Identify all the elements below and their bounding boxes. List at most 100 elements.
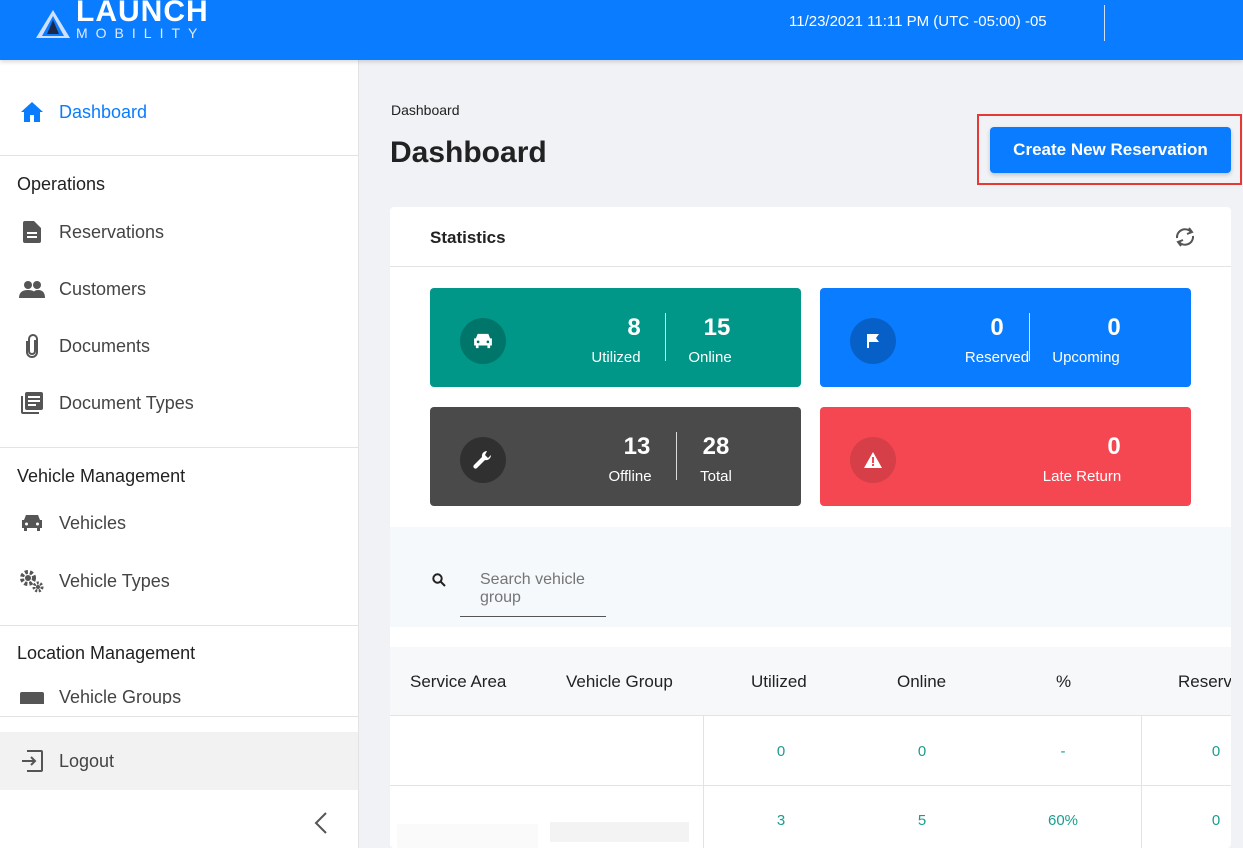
sidebar-item-label: Reservations: [59, 221, 165, 242]
column-header-service-area[interactable]: Service Area: [410, 672, 506, 692]
cell-reserved: 0: [1211, 812, 1221, 829]
stat-tile-late-return: 0 Late Return: [820, 407, 1191, 506]
column-header-online[interactable]: Online: [897, 672, 946, 692]
sidebar-item-vehicle-groups[interactable]: Vehicle Groups: [0, 674, 358, 704]
sidebar-item-vehicle-types[interactable]: Vehicle Types: [0, 553, 358, 609]
column-header-vehicle-group[interactable]: Vehicle Group: [566, 672, 673, 692]
cell-percent: 60%: [1047, 812, 1079, 829]
table-row[interactable]: 3 5 60% 0: [390, 786, 1231, 848]
sidebar-item-reservations[interactable]: Reservations: [0, 204, 358, 260]
sidebar-divider: [0, 625, 358, 626]
collapse-sidebar-button[interactable]: [306, 808, 336, 838]
sidebar-item-label: Vehicle Groups: [59, 687, 182, 704]
online-label: Online: [688, 349, 732, 366]
online-value: 15: [703, 314, 731, 341]
reserved-label: Reserved: [964, 349, 1030, 366]
car-icon: [460, 318, 506, 364]
card-title: Statistics: [430, 228, 506, 247]
logo[interactable]: LAUNCH MOBILITY: [36, 0, 209, 44]
late-return-label: Late Return: [1042, 468, 1122, 485]
search-vehicle-group-input[interactable]: [460, 571, 606, 617]
car-icon: [18, 509, 46, 537]
logo-sub-text: MOBILITY: [76, 25, 206, 41]
sidebar-item-dashboard[interactable]: Dashboard: [0, 84, 358, 140]
section-title-location-management: Location Management: [17, 643, 196, 663]
document-icon: [18, 218, 46, 246]
offline-label: Offline: [608, 468, 652, 485]
upcoming-label: Upcoming: [1052, 349, 1120, 366]
sidebar-item-label: Customers: [59, 278, 147, 299]
card-header: Statistics: [390, 207, 1231, 267]
card-icon: [18, 687, 46, 704]
cell-online: 5: [917, 812, 927, 829]
top-bar: LAUNCH MOBILITY 11/23/2021 11:11 PM (UTC…: [0, 0, 1243, 60]
upcoming-value: 0: [1107, 314, 1121, 341]
sidebar-item-documents[interactable]: Documents: [0, 318, 358, 374]
column-divider: [1141, 716, 1142, 848]
total-value: 28: [702, 433, 730, 460]
topbar-divider: [1104, 5, 1105, 41]
refresh-button[interactable]: [1172, 225, 1198, 254]
sidebar-item-label: Vehicles: [59, 512, 127, 533]
breadcrumb[interactable]: Dashboard: [391, 102, 460, 118]
sidebar-item-label: Vehicle Types: [59, 570, 170, 591]
cell-reserved: 0: [1211, 743, 1221, 760]
gears-icon: [18, 567, 46, 595]
column-header-reserved[interactable]: Reserv: [1178, 672, 1231, 692]
logout-label: Logout: [59, 750, 115, 771]
stat-tile-availability: 13 Offline 28 Total: [430, 407, 801, 506]
total-label: Total: [700, 468, 732, 485]
sidebar-item-label: Document Types: [59, 392, 194, 413]
logo-mark-icon: [36, 10, 70, 38]
paperclip-icon: [18, 332, 46, 360]
search-area: [390, 527, 1231, 627]
logout-button[interactable]: Logout: [0, 732, 358, 790]
sidebar: Dashboard Operations Reservations Custom…: [0, 60, 359, 848]
redacted-cell: [397, 824, 538, 848]
cell-utilized: 0: [776, 743, 786, 760]
redacted-cell: [550, 822, 689, 842]
sidebar-divider: [0, 155, 358, 156]
section-title-operations: Operations: [17, 174, 106, 194]
refresh-icon: [1175, 227, 1195, 247]
utilized-label: Utilized: [591, 349, 641, 366]
warning-icon: [850, 437, 896, 483]
column-header-percent[interactable]: %: [1056, 672, 1071, 692]
sidebar-item-customers[interactable]: Customers: [0, 261, 358, 317]
cell-percent: -: [1060, 743, 1066, 760]
stat-tile-utilization: 8 Utilized 15 Online: [430, 288, 801, 387]
flag-icon: [850, 318, 896, 364]
chevron-left-icon: [314, 812, 327, 834]
reserved-value: 0: [990, 314, 1004, 341]
stat-tile-reservations: 0 Reserved 0 Upcoming: [820, 288, 1191, 387]
sidebar-item-label: Documents: [59, 335, 151, 356]
search-icon: [432, 573, 446, 587]
home-icon: [18, 98, 46, 126]
offline-value: 13: [623, 433, 651, 460]
sidebar-item-vehicles[interactable]: Vehicles: [0, 495, 358, 551]
sidebar-item-label: Dashboard: [59, 101, 148, 122]
sidebar-item-document-types[interactable]: Document Types: [0, 375, 358, 431]
tile-divider: [1029, 313, 1030, 361]
section-title-vehicle-management: Vehicle Management: [17, 466, 186, 486]
create-reservation-button[interactable]: Create New Reservation: [990, 127, 1231, 173]
table-header: Service Area Vehicle Group Utilized Onli…: [390, 647, 1231, 716]
logout-icon: [18, 747, 46, 775]
datetime-display: 11/23/2021 11:11 PM (UTC -05:00) -05: [789, 13, 1047, 30]
column-divider: [703, 716, 704, 848]
statistics-card: Statistics 8 Utilized 15 Online 0 Reserv…: [390, 207, 1231, 848]
logo-main-text: LAUNCH: [76, 0, 209, 28]
late-return-value: 0: [1107, 433, 1121, 460]
library-books-icon: [18, 389, 46, 417]
people-icon: [18, 275, 46, 303]
sidebar-divider: [0, 716, 358, 717]
utilized-value: 8: [627, 314, 641, 341]
cell-online: 0: [917, 743, 927, 760]
wrench-icon: [460, 437, 506, 483]
column-header-utilized[interactable]: Utilized: [751, 672, 807, 692]
page-title: Dashboard: [390, 136, 547, 169]
cell-utilized: 3: [776, 812, 786, 829]
sidebar-divider: [0, 447, 358, 448]
spacer: [390, 627, 1231, 647]
table-row[interactable]: 0 0 - 0: [390, 716, 1231, 786]
